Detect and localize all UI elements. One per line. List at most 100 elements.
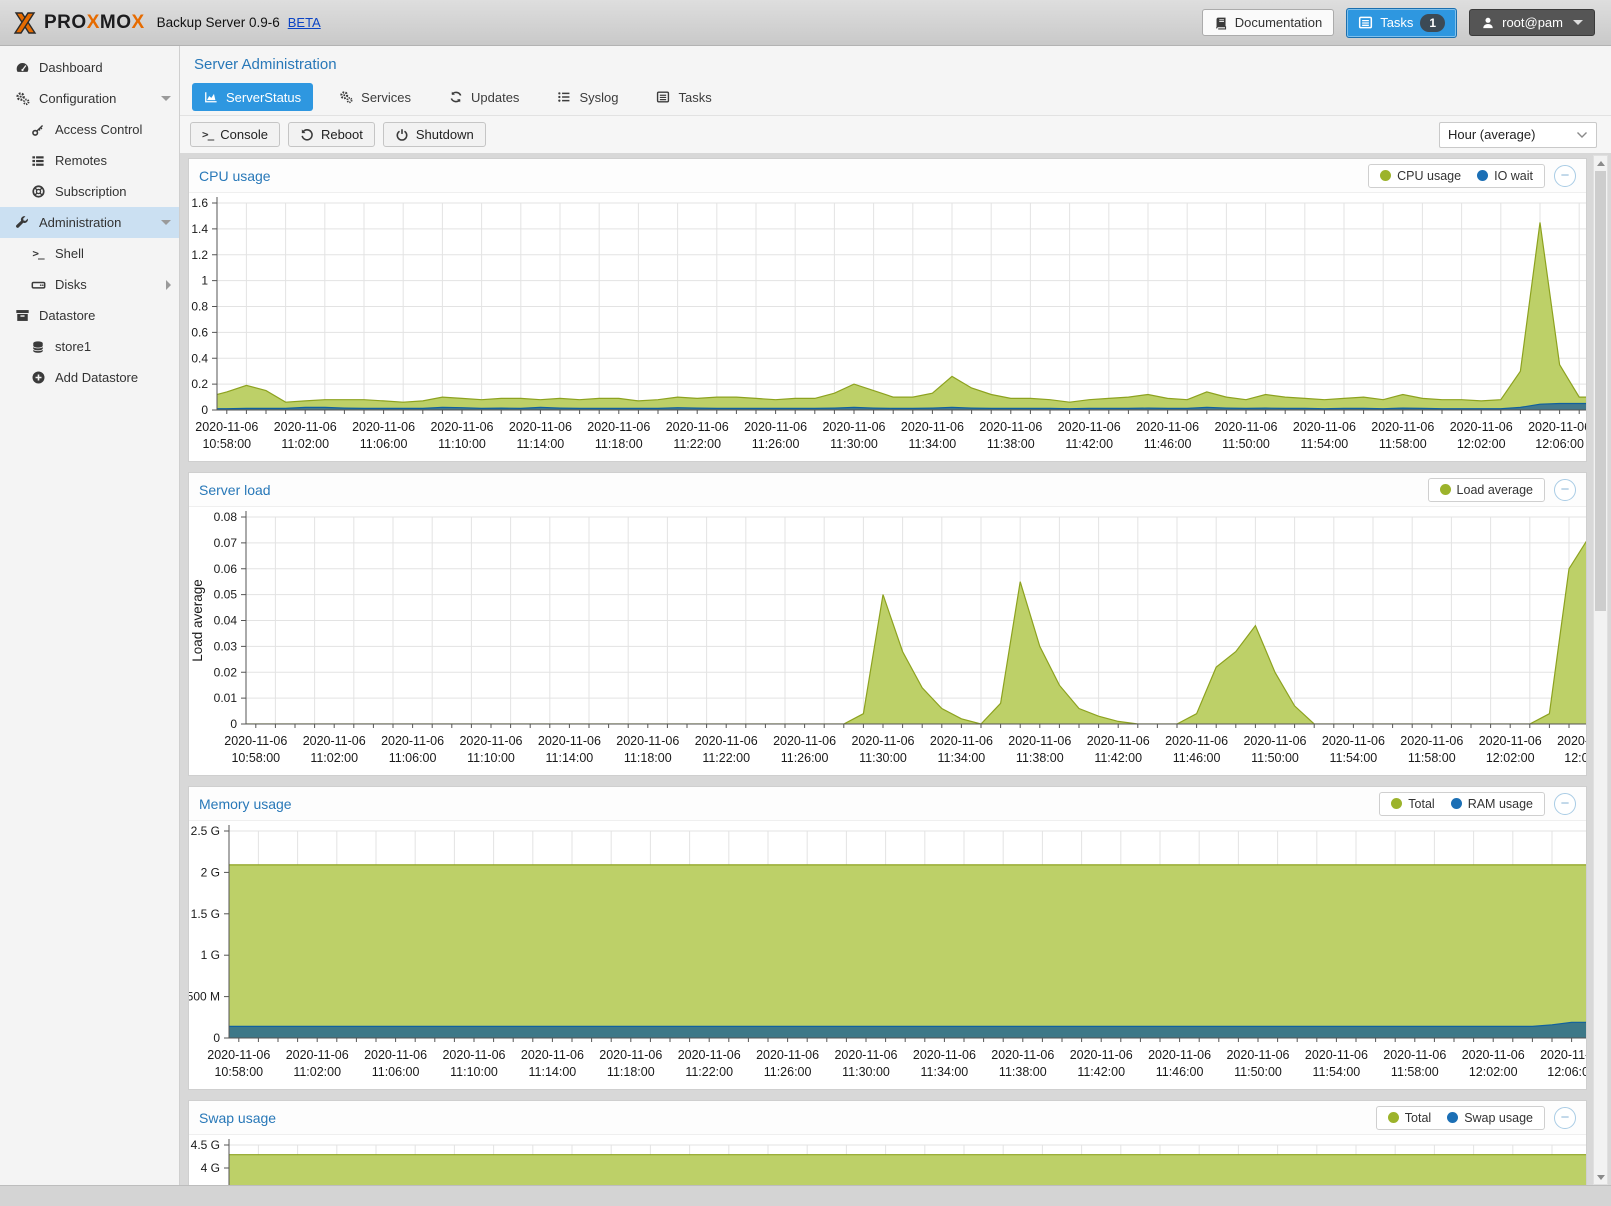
top-bar: PROXMOX Backup Server 0.9-6 BETA Documen… xyxy=(0,0,1611,46)
beta-link[interactable]: BETA xyxy=(288,15,321,30)
chevron-down-icon[interactable] xyxy=(161,220,171,225)
svg-text:10:58:00: 10:58:00 xyxy=(231,751,280,765)
svg-text:2020-11-06: 2020-11-06 xyxy=(901,420,964,434)
console-button[interactable]: >_ Console xyxy=(190,122,280,147)
svg-text:2020-11-06: 2020-11-06 xyxy=(930,734,993,748)
svg-text:2020-11-06: 2020-11-06 xyxy=(1008,734,1071,748)
svg-text:2020-11-06: 2020-11-06 xyxy=(695,734,758,748)
svg-text:2020-11-06: 2020-11-06 xyxy=(286,1048,349,1062)
svg-text:0.08: 0.08 xyxy=(214,510,238,524)
key-icon xyxy=(28,123,48,137)
panel-cpu-usage: CPU usage CPU usage IO wait − 00.20.40.6… xyxy=(188,158,1587,462)
svg-text:2020-11-06: 2020-11-06 xyxy=(274,420,337,434)
collapse-panel-button[interactable]: − xyxy=(1554,1107,1576,1129)
svg-text:2020-11-06: 2020-11-06 xyxy=(442,1048,505,1062)
scrollbar-thumb[interactable] xyxy=(1595,171,1606,611)
svg-text:2 G: 2 G xyxy=(201,865,220,879)
shutdown-button[interactable]: Shutdown xyxy=(383,122,486,147)
svg-text:2020-11-06: 2020-11-06 xyxy=(1540,1048,1586,1062)
reboot-button[interactable]: Reboot xyxy=(288,122,375,147)
sidebar-item-store1[interactable]: store1 xyxy=(0,331,179,362)
scroll-up-arrow[interactable] xyxy=(1594,156,1607,170)
list-rows-icon xyxy=(28,154,48,168)
svg-text:2020-11-06: 2020-11-06 xyxy=(1322,734,1385,748)
svg-text:2020-11-06: 2020-11-06 xyxy=(991,1048,1054,1062)
sidebar-item-subscription[interactable]: Subscription xyxy=(0,176,179,207)
svg-text:11:38:00: 11:38:00 xyxy=(999,1065,1047,1079)
svg-text:2020-11-06: 2020-11-06 xyxy=(913,1048,976,1062)
svg-text:11:46:00: 11:46:00 xyxy=(1144,437,1192,451)
legend-item: CPU usage xyxy=(1380,169,1461,183)
chart-legend: Total RAM usage xyxy=(1379,792,1545,816)
svg-text:2020-11-06: 2020-11-06 xyxy=(1293,420,1356,434)
svg-text:2020-11-06: 2020-11-06 xyxy=(381,734,444,748)
time-range-select[interactable]: Hour (average) xyxy=(1439,122,1597,148)
documentation-button[interactable]: Documentation xyxy=(1202,9,1334,36)
svg-text:11:54:00: 11:54:00 xyxy=(1301,437,1349,451)
svg-text:2020-11-06: 2020-11-06 xyxy=(1305,1048,1368,1062)
svg-text:2020-11-06: 2020-11-06 xyxy=(1070,1048,1133,1062)
svg-text:11:38:00: 11:38:00 xyxy=(987,437,1035,451)
tasks-button[interactable]: Tasks 1 xyxy=(1346,8,1457,38)
panel-swap-usage: Swap usage Total Swap usage − 0500 M1 G1… xyxy=(188,1100,1587,1185)
panel-title: Server load xyxy=(199,482,271,498)
list-icon xyxy=(557,90,571,104)
svg-text:2020-11-06: 2020-11-06 xyxy=(678,1048,741,1062)
svg-text:2020-11-06: 2020-11-06 xyxy=(364,1048,427,1062)
sidebar-item-configuration[interactable]: Configuration xyxy=(0,83,179,114)
sidebar-item-shell[interactable]: >_ Shell xyxy=(0,238,179,269)
svg-text:2020-11-06: 2020-11-06 xyxy=(521,1048,584,1062)
sidebar-item-remotes[interactable]: Remotes xyxy=(0,145,179,176)
user-menu-button[interactable]: root@pam xyxy=(1469,9,1595,36)
sidebar-item-add-datastore[interactable]: Add Datastore xyxy=(0,362,179,393)
sidebar-item-access-control[interactable]: Access Control xyxy=(0,114,179,145)
svg-text:0: 0 xyxy=(213,1031,220,1045)
svg-text:11:50:00: 11:50:00 xyxy=(1251,751,1299,765)
scroll-down-arrow[interactable] xyxy=(1594,1170,1607,1184)
tab-services[interactable]: Services xyxy=(327,83,423,111)
svg-text:1.5 G: 1.5 G xyxy=(191,907,220,921)
sidebar-item-administration[interactable]: Administration xyxy=(0,207,179,238)
collapse-panel-button[interactable]: − xyxy=(1554,165,1576,187)
svg-text:11:14:00: 11:14:00 xyxy=(546,751,594,765)
sidebar: Dashboard Configuration Access Control R… xyxy=(0,46,180,1185)
legend-dot xyxy=(1380,170,1391,181)
sidebar-item-disks[interactable]: Disks xyxy=(0,269,179,300)
power-icon xyxy=(395,128,409,142)
tab-syslog[interactable]: Syslog xyxy=(545,83,630,111)
svg-text:0.01: 0.01 xyxy=(214,691,238,705)
cpu-usage-chart: 00.20.40.60.811.21.41.62020-11-0610:58:0… xyxy=(189,193,1586,461)
svg-text:2020-11-06: 2020-11-06 xyxy=(851,734,914,748)
svg-text:10:58:00: 10:58:00 xyxy=(202,437,251,451)
svg-text:11:30:00: 11:30:00 xyxy=(830,437,878,451)
svg-text:11:34:00: 11:34:00 xyxy=(921,1065,969,1079)
svg-text:2020-11-06: 2020-11-06 xyxy=(599,1048,662,1062)
main-content: Server Administration ServerStatus Servi… xyxy=(180,46,1611,1185)
svg-text:12:06:00: 12:06:00 xyxy=(1564,751,1586,765)
brand-wordmark: PROXMOX xyxy=(44,12,145,34)
tab-bar: ServerStatus Services Updates Syslog Tas… xyxy=(180,83,1611,115)
svg-text:2020-11-06: 2020-11-06 xyxy=(756,1048,819,1062)
svg-text:2020-11-06: 2020-11-06 xyxy=(224,734,287,748)
legend-item: RAM usage xyxy=(1451,797,1533,811)
chevron-down-icon xyxy=(1573,20,1583,25)
archive-box-icon xyxy=(12,308,32,323)
tab-tasks[interactable]: Tasks xyxy=(644,83,723,111)
chevron-down-icon[interactable] xyxy=(161,96,171,101)
svg-text:11:14:00: 11:14:00 xyxy=(517,437,565,451)
svg-text:1.2: 1.2 xyxy=(191,248,208,262)
collapse-panel-button[interactable]: − xyxy=(1554,793,1576,815)
chevron-right-icon[interactable] xyxy=(166,280,171,290)
sidebar-item-datastore[interactable]: Datastore xyxy=(0,300,179,331)
legend-item: IO wait xyxy=(1477,169,1533,183)
svg-text:1.4: 1.4 xyxy=(191,222,208,236)
tab-updates[interactable]: Updates xyxy=(437,83,531,111)
sidebar-item-dashboard[interactable]: Dashboard xyxy=(0,52,179,83)
collapse-panel-button[interactable]: − xyxy=(1554,479,1576,501)
svg-text:11:26:00: 11:26:00 xyxy=(752,437,800,451)
svg-text:2020-11-06: 2020-11-06 xyxy=(744,420,807,434)
vertical-scrollbar[interactable] xyxy=(1593,155,1608,1185)
tab-serverstatus[interactable]: ServerStatus xyxy=(192,83,313,111)
svg-text:0.02: 0.02 xyxy=(214,665,238,679)
legend-dot xyxy=(1440,484,1451,495)
